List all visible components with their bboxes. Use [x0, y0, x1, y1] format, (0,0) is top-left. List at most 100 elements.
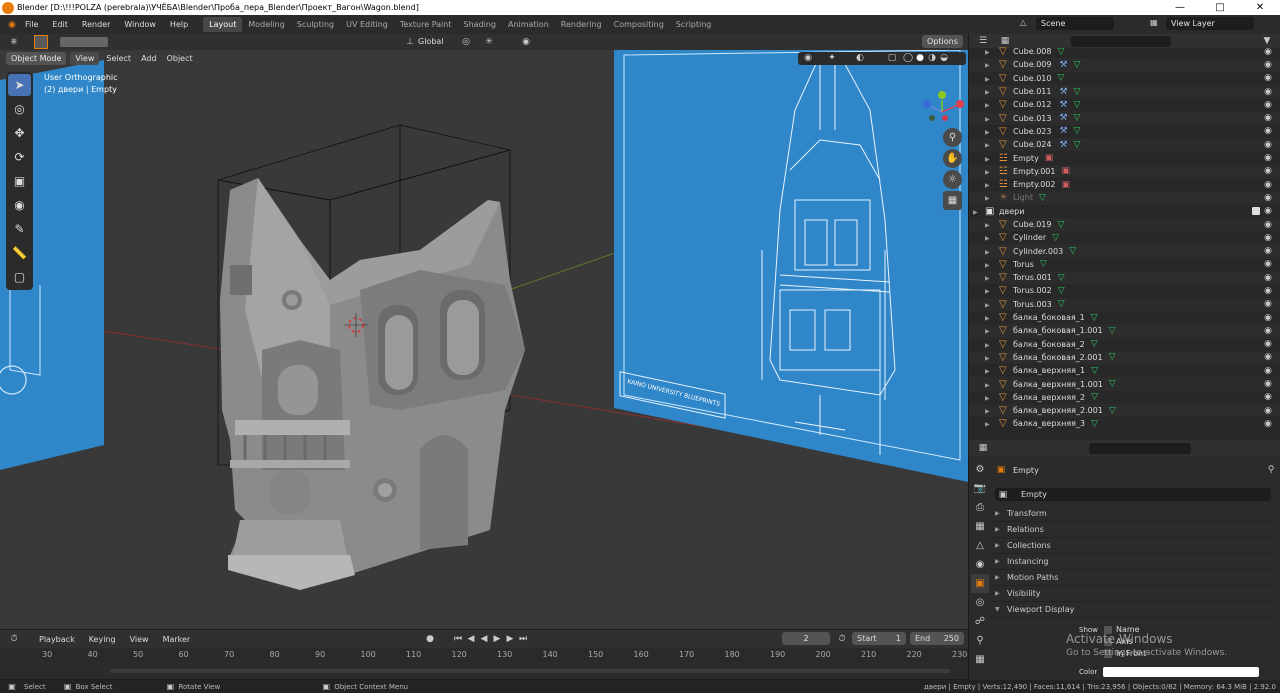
- outliner-row[interactable]: ▶ ▽ балка_верхняя_3 ▽ ◉: [969, 417, 1280, 430]
- menu-view[interactable]: View: [70, 52, 100, 65]
- prev-key-icon[interactable]: ◀: [465, 633, 477, 645]
- expand-toggle-icon[interactable]: ▶: [969, 74, 999, 83]
- menu-edit[interactable]: Edit: [45, 20, 75, 29]
- visibility-eye-icon[interactable]: ◉: [1264, 419, 1272, 429]
- visibility-eye-icon[interactable]: ◉: [1264, 299, 1272, 309]
- visibility-eye-icon[interactable]: ◉: [1264, 379, 1272, 389]
- expand-toggle-icon[interactable]: ▶: [969, 353, 999, 362]
- outliner-row[interactable]: ▶ ☀ Light ▽ ◉: [969, 191, 1280, 205]
- mesh-data-icon[interactable]: ▽: [1074, 126, 1081, 136]
- outliner-row[interactable]: ▶ ▽ Cylinder.003 ▽ ◉: [969, 244, 1280, 258]
- expand-toggle-icon[interactable]: ▶: [969, 419, 999, 428]
- visibility-eye-icon[interactable]: ◉: [1264, 206, 1272, 216]
- visibility-icon[interactable]: ◉: [802, 52, 814, 64]
- expand-toggle-icon[interactable]: ▶: [969, 406, 999, 415]
- menu-object[interactable]: Object: [164, 54, 196, 63]
- jump-end-icon[interactable]: ⏭: [517, 633, 529, 645]
- editor-type-icon[interactable]: ⎈: [8, 36, 20, 48]
- timeline-scrollbar[interactable]: [110, 669, 950, 673]
- modifier-wrench-icon[interactable]: ⚒: [1059, 113, 1067, 123]
- outliner-row[interactable]: ▶ ▽ балка_боковая_1 ▽ ◉: [969, 311, 1280, 324]
- workspace-tab-compositing[interactable]: Compositing: [608, 17, 670, 32]
- outliner-row[interactable]: ▶ ▽ балка_верхняя_1.001 ▽ ◉: [969, 377, 1280, 391]
- modifier-wrench-icon[interactable]: ⚒: [1059, 126, 1067, 136]
- record-icon[interactable]: ●: [424, 633, 436, 645]
- next-key-icon[interactable]: ▶: [504, 633, 516, 645]
- mesh-data-icon[interactable]: ▽: [1057, 220, 1064, 230]
- workspace-tab-texture-paint[interactable]: Texture Paint: [394, 17, 458, 32]
- ortho-grid-icon[interactable]: ▦: [943, 191, 962, 210]
- visibility-eye-icon[interactable]: ◉: [1264, 286, 1272, 296]
- visibility-eye-icon[interactable]: ◉: [1264, 140, 1272, 150]
- expand-toggle-icon[interactable]: ▶: [969, 140, 999, 149]
- expand-toggle-icon[interactable]: ▶: [969, 393, 999, 402]
- mesh-data-icon[interactable]: ▽: [1052, 233, 1059, 243]
- blender-menu-icon[interactable]: ◉: [6, 19, 18, 31]
- outliner-row[interactable]: ▶ ▽ балка_верхняя_2.001 ▽ ◉: [969, 404, 1280, 418]
- panel-relations[interactable]: ▶ Relations: [991, 522, 1277, 538]
- transform-orientation-select[interactable]: Global: [418, 37, 444, 46]
- visibility-eye-icon[interactable]: ◉: [1264, 326, 1272, 336]
- outliner-row[interactable]: ▶ ▽ балка_верхняя_2 ▽ ◉: [969, 391, 1280, 404]
- properties-search-input[interactable]: [1089, 442, 1191, 454]
- visibility-eye-icon[interactable]: ◉: [1264, 352, 1272, 362]
- outliner-row[interactable]: ▶ ▽ Torus.001 ▽ ◉: [969, 271, 1280, 285]
- tool-tab-icon[interactable]: ⚙: [971, 460, 989, 479]
- pivot-icon[interactable]: ◎: [460, 36, 472, 48]
- mesh-data-icon[interactable]: ▽: [1091, 392, 1098, 402]
- visibility-eye-icon[interactable]: ◉: [1264, 87, 1272, 97]
- mesh-data-icon[interactable]: ▽: [1109, 352, 1116, 362]
- panel-visibility[interactable]: ▶ Visibility: [991, 586, 1277, 602]
- menu-select[interactable]: Select: [103, 54, 134, 63]
- 3d-viewport[interactable]: KAINO UNIVERSITY BLUEPRINTS Object Mode …: [0, 50, 968, 629]
- end-frame-field[interactable]: End 250: [910, 632, 964, 645]
- outliner-row[interactable]: ▶ ▽ балка_верхняя_1 ▽ ◉: [969, 364, 1280, 377]
- panel-viewport-display[interactable]: ▼ Viewport Display: [991, 602, 1277, 618]
- menu-help[interactable]: Help: [163, 20, 195, 29]
- mesh-data-icon[interactable]: ▽: [1057, 47, 1064, 57]
- workspace-tab-shading[interactable]: Shading: [457, 17, 502, 32]
- object-mode-select[interactable]: Object Mode: [6, 52, 67, 65]
- mesh-data-icon[interactable]: ▽: [1074, 140, 1081, 150]
- timeline-playback-menu[interactable]: Playback: [32, 635, 82, 644]
- mesh-data-icon[interactable]: ▽: [1057, 73, 1064, 83]
- visibility-eye-icon[interactable]: ◉: [1264, 47, 1272, 57]
- select-mode-icon[interactable]: [34, 35, 48, 49]
- expand-toggle-icon[interactable]: ▶: [969, 366, 999, 375]
- mesh-data-icon[interactable]: ▽: [1109, 406, 1116, 416]
- cursor-tool-icon[interactable]: ◎: [8, 98, 31, 120]
- world-tab-icon[interactable]: ◉: [971, 555, 989, 574]
- constraint-icon[interactable]: ▣: [1061, 166, 1070, 176]
- workspace-tab-layout[interactable]: Layout: [203, 17, 243, 32]
- proportional-edit-icon[interactable]: ◉: [520, 36, 532, 48]
- outliner-row[interactable]: ▶ ☳ Empty.002 ▣ ◉: [969, 178, 1280, 191]
- annotate-tool-icon[interactable]: ✎: [8, 218, 31, 240]
- constraint-icon[interactable]: ▣: [1045, 153, 1054, 163]
- move-tool-icon[interactable]: ✥: [8, 122, 31, 144]
- modifier-wrench-icon[interactable]: ⚒: [1059, 60, 1067, 70]
- expand-toggle-icon[interactable]: ▶: [969, 260, 999, 269]
- mesh-data-icon[interactable]: ▽: [1058, 286, 1065, 296]
- pin-icon[interactable]: ⚲: [1265, 464, 1277, 476]
- collection-checkbox[interactable]: [1252, 207, 1260, 216]
- solid-shading-icon[interactable]: ●: [914, 52, 926, 64]
- outliner-row[interactable]: ▶ ▽ Cube.008 ▽ ◉: [969, 45, 1280, 58]
- expand-toggle-icon[interactable]: ▶: [969, 326, 999, 335]
- expand-toggle-icon[interactable]: ▶: [969, 193, 999, 202]
- modifier-wrench-icon[interactable]: ⚒: [1059, 140, 1067, 150]
- mesh-data-icon[interactable]: ▽: [1074, 100, 1081, 110]
- wireframe-shading-icon[interactable]: ◯: [902, 52, 914, 64]
- visibility-eye-icon[interactable]: ◉: [1264, 73, 1272, 83]
- visibility-eye-icon[interactable]: ◉: [1264, 366, 1272, 376]
- expand-toggle-icon[interactable]: ▶: [969, 380, 999, 389]
- outliner-row[interactable]: ▶ ▽ Torus.003 ▽ ◉: [969, 297, 1280, 311]
- outliner-row[interactable]: ▶ ▽ Torus.002 ▽ ◉: [969, 284, 1280, 297]
- mesh-data-icon[interactable]: ▽: [1039, 193, 1046, 203]
- timeline-editor-icon[interactable]: ⏱: [8, 633, 20, 645]
- object-tab-icon[interactable]: ▣: [971, 574, 989, 593]
- expand-toggle-icon[interactable]: ▶: [969, 167, 999, 176]
- timeline-keying-menu[interactable]: Keying: [82, 635, 123, 644]
- expand-toggle-icon[interactable]: ▶: [969, 180, 999, 189]
- play-reverse-icon[interactable]: ◀: [478, 633, 490, 645]
- modifier-wrench-icon[interactable]: ⚒: [1059, 87, 1067, 97]
